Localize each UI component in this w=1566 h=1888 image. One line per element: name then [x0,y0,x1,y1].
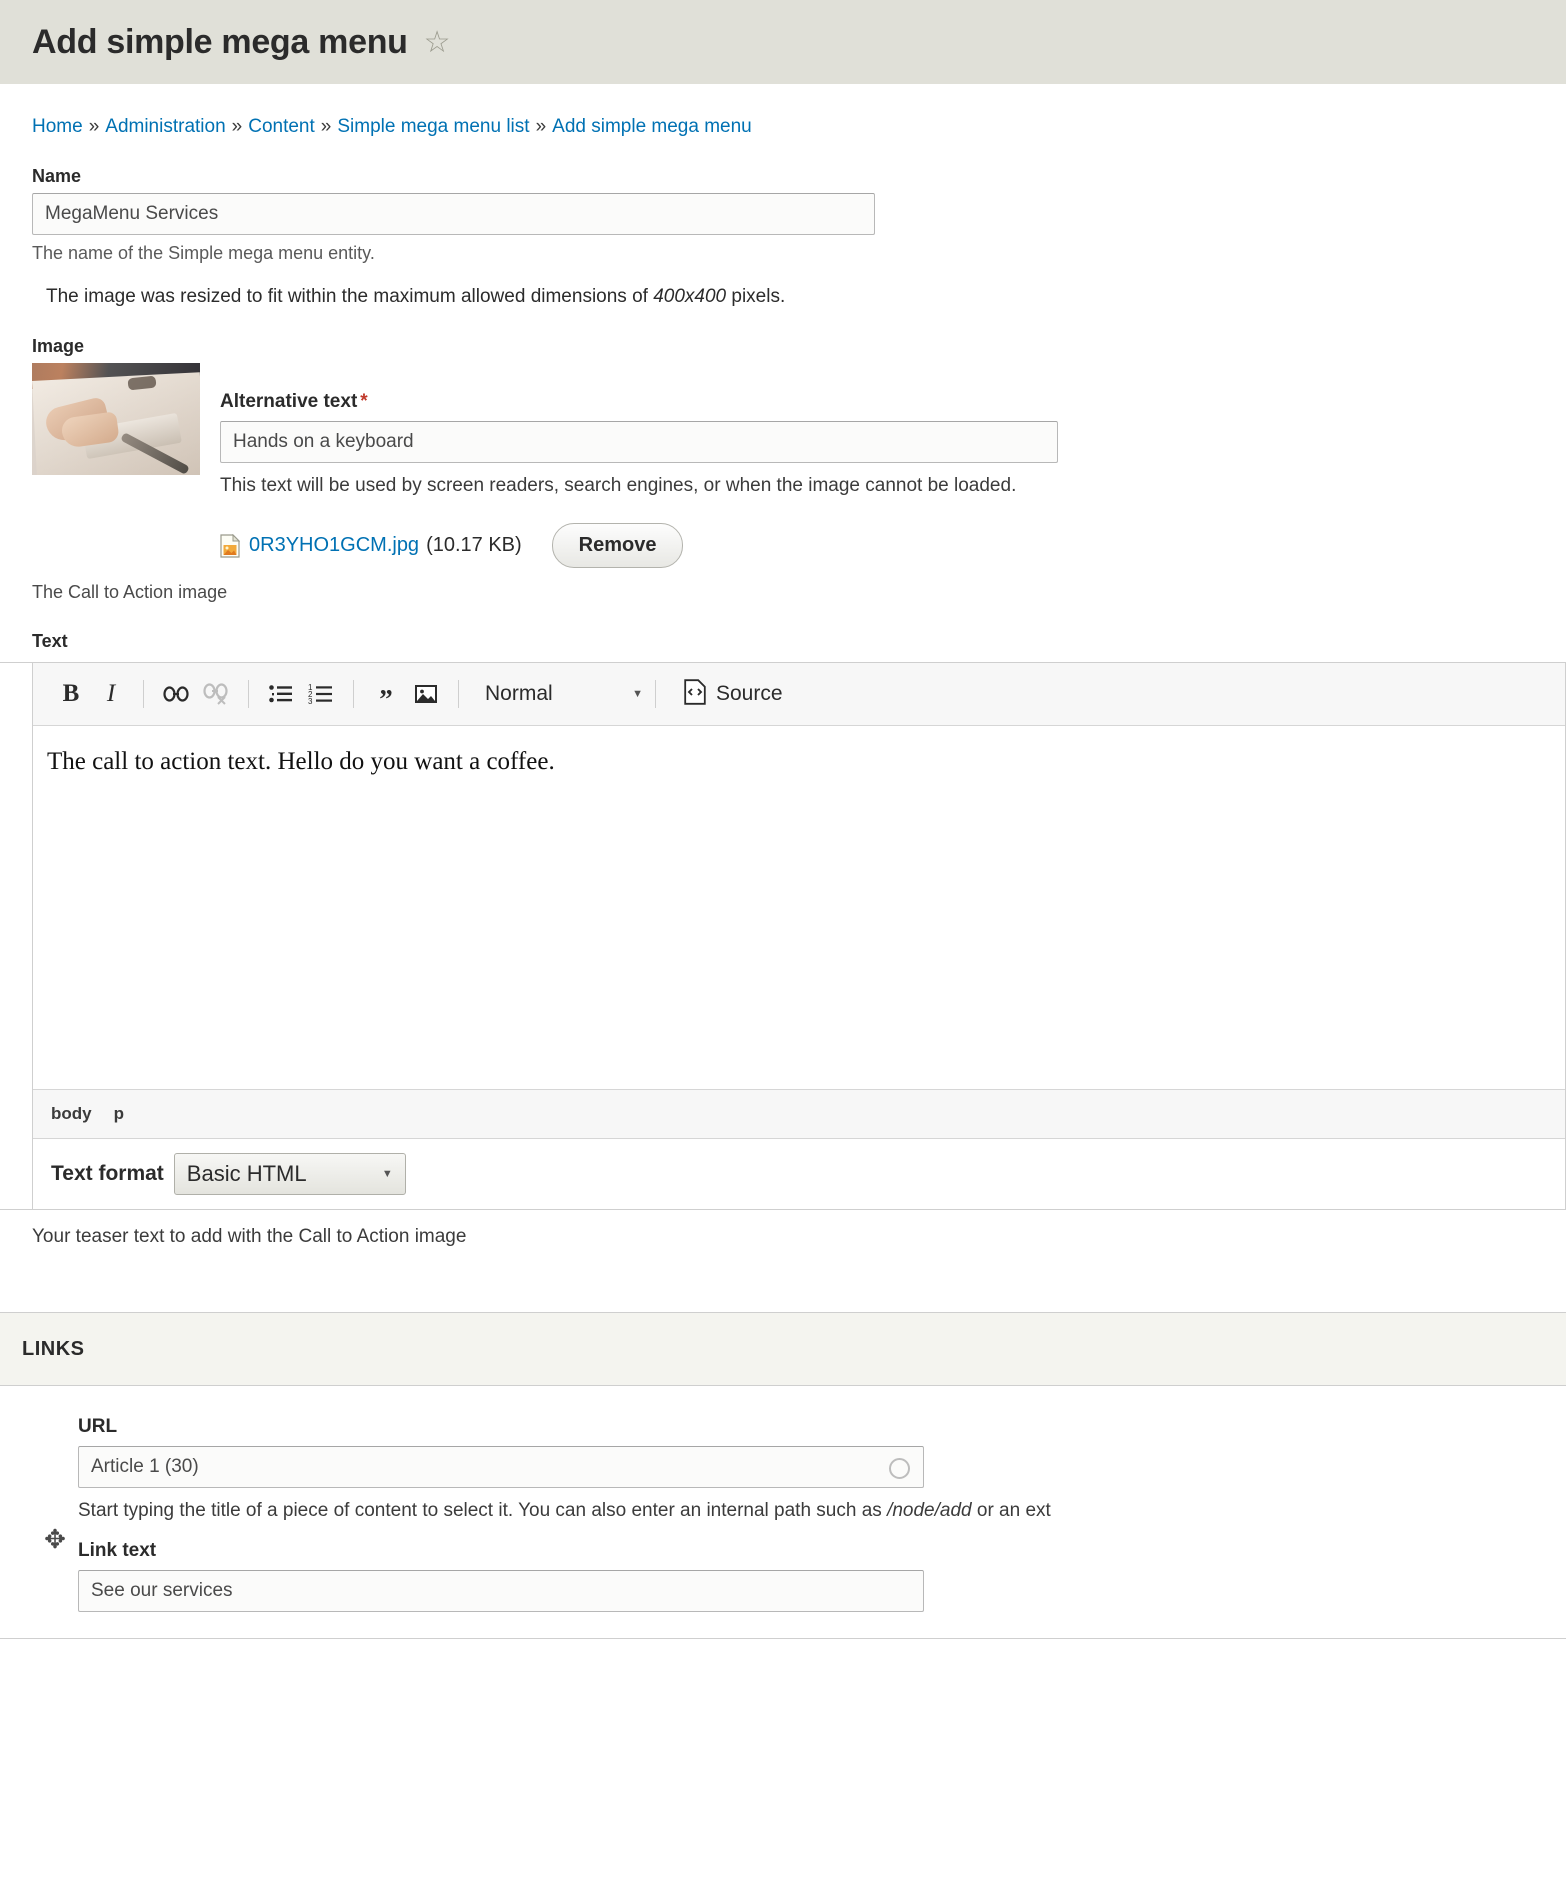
links-section-title: LINKS [22,1337,85,1360]
italic-button[interactable]: I [91,674,131,714]
image-description: The Call to Action image [32,582,228,602]
name-label: Name [32,166,82,186]
link-text-input[interactable] [78,1570,924,1612]
url-description: Start typing the title of a piece of con… [78,1500,1534,1522]
required-marker: * [360,391,368,412]
uploaded-file-size: (10.17 KB) [426,534,522,556]
url-label: URL [78,1416,118,1437]
text-format-select[interactable]: Basic HTML ▼ [173,1153,406,1195]
uploaded-file-row: 0R3YHO1GCM.jpg (10.17 KB) Remove [220,523,1534,568]
breadcrumb-item-content[interactable]: Content [248,116,315,137]
chevron-down-icon: ▼ [632,688,643,700]
breadcrumb-separator: » [88,116,100,137]
image-resize-status-message: The image was resized to fit within the … [46,286,1534,308]
element-path-body[interactable]: body [51,1104,92,1124]
chevron-down-icon: ▼ [381,1168,393,1180]
toolbar-divider [655,680,656,708]
source-button[interactable]: Source [684,678,783,710]
blockquote-icon[interactable]: ” [366,669,406,719]
numbered-list-icon[interactable]: 1 2 3 [301,674,341,714]
url-description-prefix: Start typing the title of a piece of con… [78,1500,888,1521]
source-code-icon [684,678,706,710]
links-section-body: ✥ URL Start typing the title of a piece … [32,1416,1534,1612]
heading-dropdown-value: Normal [485,682,553,705]
link-icon[interactable] [156,674,196,714]
heading-dropdown[interactable]: Normal ▼ [485,682,643,706]
toolbar-divider [248,680,249,708]
bulleted-list-icon[interactable] [261,674,301,714]
breadcrumb-separator: » [535,116,547,137]
image-thumbnail [32,363,200,475]
breadcrumb-item-simple-mega-menu-list[interactable]: Simple mega menu list [337,116,529,137]
url-description-path: /node/add [887,1500,972,1521]
breadcrumb-item-administration[interactable]: Administration [105,116,225,137]
remove-button[interactable]: Remove [551,523,684,568]
text-format-value: Basic HTML [186,1161,307,1186]
status-dimensions: 400x400 [653,286,727,307]
page-title: Add simple mega menu [32,23,408,61]
breadcrumb-item-home[interactable]: Home [32,116,83,137]
breadcrumb: Home» Administration» Content» Simple mega … [0,84,1566,138]
page-title-bar: Add simple mega menu ☆ [0,0,1566,84]
element-path-p[interactable]: p [114,1104,124,1124]
file-image-icon [220,533,241,558]
name-description: The name of the Simple mega menu entity. [32,243,375,263]
toolbar-divider [143,680,144,708]
drag-move-icon[interactable]: ✥ [32,1416,78,1555]
status-suffix: pixels. [726,286,786,307]
text-label: Text [32,631,68,651]
breadcrumb-separator: » [231,116,243,137]
alternative-text-description: This text will be used by screen readers… [220,475,1017,496]
image-icon[interactable] [406,674,446,714]
alternative-text-label: Alternative text * [220,391,1534,413]
editor-toolbar: B I 1 2 3 ” Normal ▼ Source [33,663,1565,726]
text-format-row: Text format Basic HTML ▼ [33,1138,1565,1209]
links-section-header: LINKS [0,1312,1566,1386]
url-input[interactable] [78,1446,924,1488]
editor-element-path: body p [33,1089,1565,1138]
toolbar-divider [353,680,354,708]
bold-button[interactable]: B [51,674,91,714]
throbber-icon [889,1458,910,1479]
alt-label-text: Alternative text [220,391,358,412]
status-prefix: The image was resized to fit within the … [46,286,654,307]
svg-text:3: 3 [308,697,313,705]
text-description: Your teaser text to add with the Call to… [32,1226,467,1247]
mega-menu-form: Name The name of the Simple mega menu en… [0,166,1566,1639]
image-widget: Alternative text* This text will be used… [32,363,1534,568]
uploaded-file-link[interactable]: 0R3YHO1GCM.jpg [249,534,419,557]
editor-paragraph: The call to action text. Hello do you wa… [47,748,555,775]
alternative-text-input[interactable] [220,421,1058,463]
text-editor: B I 1 2 3 ” Normal ▼ Source The call to … [0,662,1566,1210]
unlink-icon [196,674,236,714]
star-outline-icon[interactable]: ☆ [424,28,451,58]
name-input[interactable] [32,193,875,235]
text-format-label: Text format [51,1162,164,1185]
link-text-label: Link text [78,1540,157,1561]
breadcrumb-item-add-simple-mega-menu[interactable]: Add simple mega menu [552,116,752,137]
breadcrumb-separator: » [320,116,332,137]
section-divider [0,1638,1566,1639]
image-label: Image [32,336,85,356]
toolbar-divider [458,680,459,708]
source-button-label: Source [716,682,783,705]
url-description-suffix: or an ext [971,1500,1051,1521]
editor-content-area[interactable]: The call to action text. Hello do you wa… [33,726,1565,1089]
